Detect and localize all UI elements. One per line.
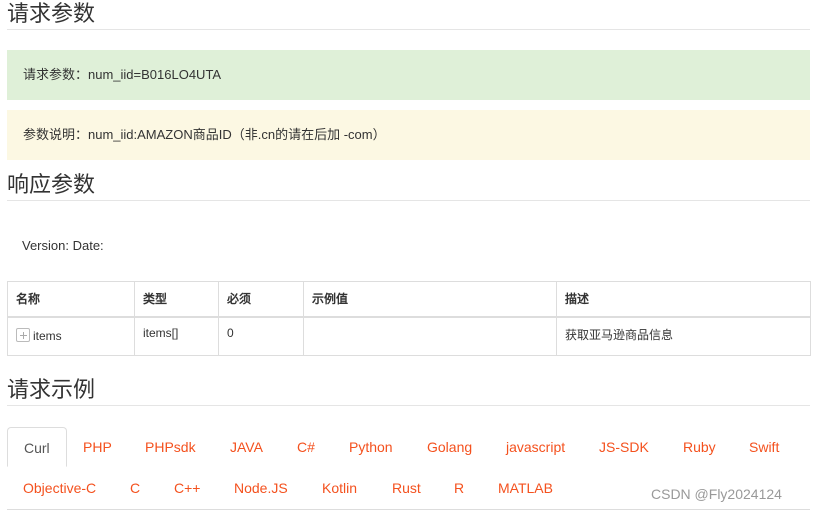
tab-js-sdk[interactable]: JS-SDK [583,427,665,467]
request-example-title: 请求示例 [7,376,810,406]
expand-plus-icon[interactable] [16,328,30,343]
tab-python[interactable]: Python [333,427,409,467]
tab-golang[interactable]: Golang [411,427,488,467]
field-name: items [33,328,62,343]
table-header-row: 名称 类型 必须 示例值 描述 [7,281,811,318]
param-description-alert: 参数说明：num_iid:AMAZON商品ID（非.cn的请在后加 -com） [7,110,810,160]
tab-php[interactable]: PHP [67,427,128,467]
request-params-title: 请求参数 [7,0,810,30]
response-params-table: 名称 类型 必须 示例值 描述 items items[] 0 获取亚马逊商品信… [7,281,811,356]
tab-kotlin[interactable]: Kotlin [306,468,373,508]
tab-nodejs[interactable]: Node.JS [218,468,304,508]
tab-matlab[interactable]: MATLAB [482,468,569,508]
header-name: 名称 [7,281,135,318]
tab-csharp[interactable]: C# [281,427,331,467]
cell-required: 0 [218,316,304,356]
header-required: 必须 [218,281,304,318]
table-row: items items[] 0 获取亚马逊商品信息 [7,316,811,356]
header-example: 示例值 [303,281,557,318]
watermark: CSDN @Fly2024124 [651,486,782,502]
tab-java[interactable]: JAVA [214,427,279,467]
tab-phpsdk[interactable]: PHPsdk [129,427,212,467]
tab-cpp[interactable]: C++ [158,468,216,508]
tab-curl[interactable]: Curl [7,427,67,467]
tab-javascript[interactable]: javascript [490,427,581,467]
tab-swift[interactable]: Swift [733,427,795,467]
version-date-text: Version: Date: [22,238,104,253]
header-type: 类型 [134,281,219,318]
cell-example [303,316,557,356]
tab-objective-c[interactable]: Objective-C [7,468,112,508]
cell-description: 获取亚马逊商品信息 [556,316,811,356]
response-params-title: 响应参数 [7,171,810,201]
cell-type: items[] [134,316,219,356]
tab-r[interactable]: R [438,468,480,508]
header-description: 描述 [556,281,811,318]
tab-c[interactable]: C [114,468,156,508]
request-params-alert: 请求参数：num_iid=B016LO4UTA [7,50,810,100]
cell-name: items [7,316,135,356]
tab-rust[interactable]: Rust [376,468,437,508]
tab-ruby[interactable]: Ruby [667,427,732,467]
